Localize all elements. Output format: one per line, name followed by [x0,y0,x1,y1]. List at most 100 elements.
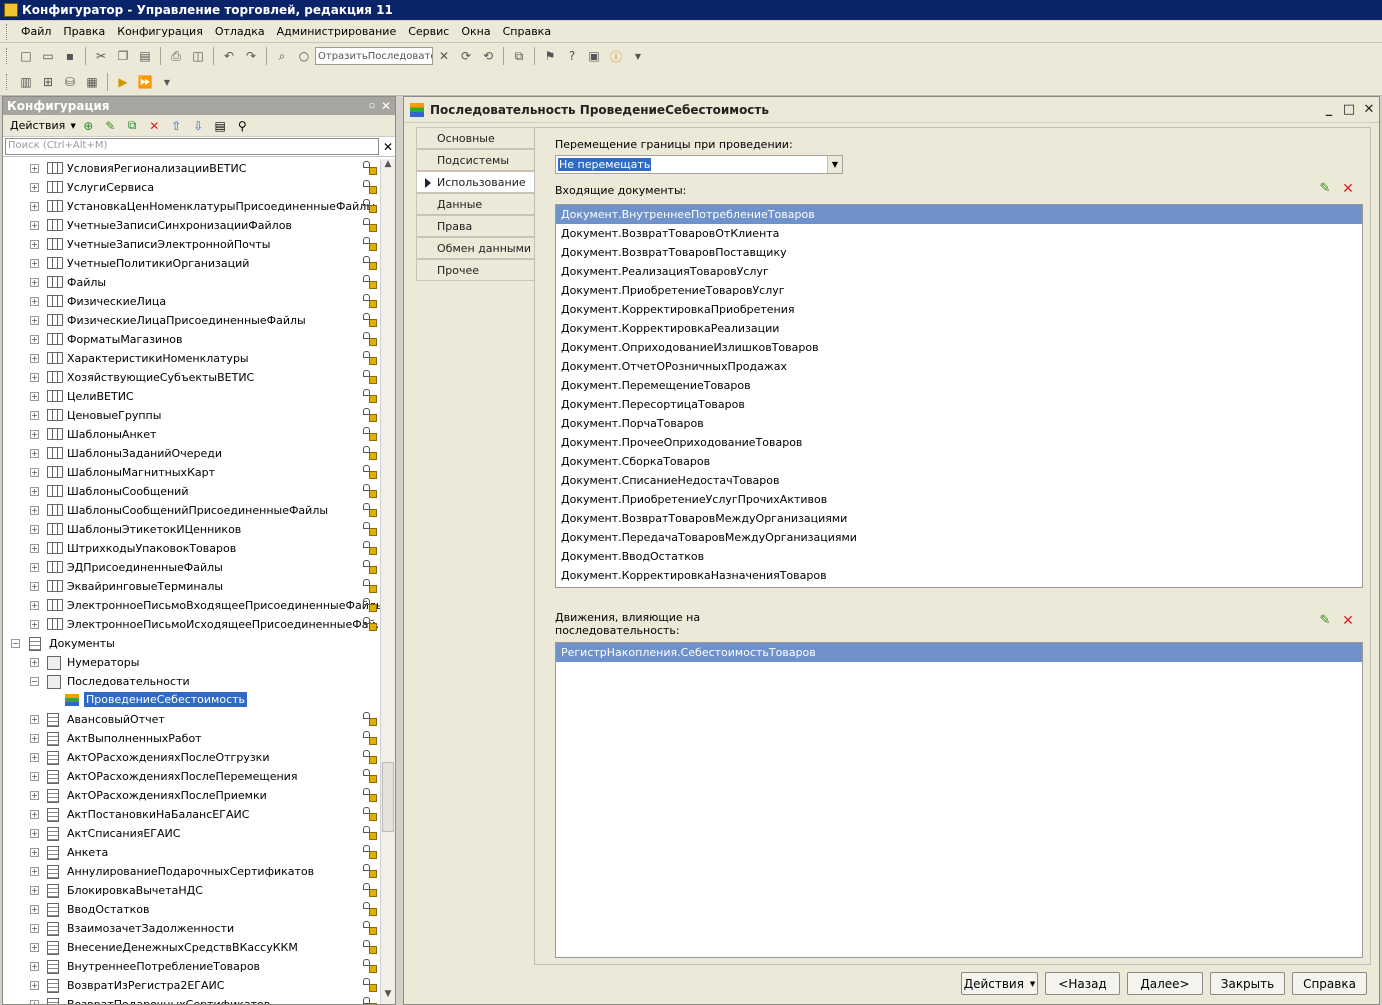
start-enterprise-icon[interactable]: ⏩ [135,72,155,92]
move-up-icon[interactable]: ⇧ [168,118,184,134]
expand-icon[interactable]: + [30,734,39,743]
expand-icon[interactable]: + [30,430,39,439]
tree-row[interactable]: ПроведениеСебестоимость [3,691,381,710]
list-item[interactable]: Документ.ВозвратТоваровОтКлиента [556,224,1362,243]
clear-icon[interactable]: ✕ [434,46,454,66]
expand-icon[interactable]: + [30,278,39,287]
tree-row[interactable]: + ФизическиеЛицаПрисоединенныеФайлы [3,311,381,330]
expand-icon[interactable]: + [30,981,39,990]
tree-row[interactable]: + УчетныеЗаписиСинхронизацииФайлов [3,216,381,235]
copy-icon[interactable]: ⧉ [124,118,140,134]
tree-row[interactable]: + ФорматыМагазинов [3,330,381,349]
sort-icon[interactable]: ▤ [212,118,228,134]
tree-row[interactable]: + УстановкаЦенНоменклатурыПрисоединенныеФ… [3,197,381,216]
expand-icon[interactable]: + [30,772,39,781]
expand-icon[interactable]: + [30,202,39,211]
search-combo[interactable]: ОтразитьПоследовате ▼ [315,47,433,65]
tree-row[interactable]: + АктОРасхожденияхПослеОтгрузки [3,748,381,767]
tree-row[interactable]: − Документы [3,634,381,653]
paste-icon[interactable]: ▤ [135,46,155,66]
expand-icon[interactable]: + [30,525,39,534]
expand-icon[interactable]: + [30,1000,39,1004]
tree-row[interactable]: + Файлы [3,273,381,292]
tree-row[interactable]: + ВозвратПодарочныхСертификатов [3,995,381,1004]
pin-icon[interactable]: ▫ [369,101,375,111]
tree-row[interactable]: + ШаблоныМагнитныхКарт [3,463,381,482]
tree-row[interactable]: − Последовательности [3,672,381,691]
tree-row[interactable]: + ШаблоныСообщенийПрисоединенныеФайлы [3,501,381,520]
tree-row[interactable]: + АктСписанияЕГАИС [3,824,381,843]
tree-row[interactable]: + ЭквайринговыеТерминалы [3,577,381,596]
list-item[interactable]: Документ.ВозвратТоваровПоставщику [556,243,1362,262]
help-search-icon[interactable]: ? [562,46,582,66]
list-item[interactable]: РегистрНакопления.СебестоимостьТоваров [556,643,1362,662]
menu-service[interactable]: Сервис [402,25,455,38]
tree-row[interactable]: + ЭлектронноеПисьмоВходящееПрисоединенные… [3,596,381,615]
list-item[interactable]: Документ.КорректировкаНазначенияТоваров [556,566,1362,585]
toolbar-more-icon[interactable]: ▼ [628,46,648,66]
list-item[interactable]: Документ.ОприходованиеИзлишковТоваров [556,338,1362,357]
edit-incoming-icon[interactable]: ✎ [1317,181,1333,197]
add-icon[interactable]: ⊕ [80,118,96,134]
list-item[interactable]: Документ.ПорчаТоваров [556,414,1362,433]
menu-file[interactable]: Файл [15,25,57,38]
menu-administration[interactable]: Администрирование [271,25,403,38]
tree-row[interactable]: + УслугиСервиса [3,178,381,197]
tree-row[interactable]: + ШаблоныЗаданийОчереди [3,444,381,463]
tree-row[interactable]: + ХозяйствующиеСубъектыВЕТИС [3,368,381,387]
tree-row[interactable]: + ШаблоныСообщений [3,482,381,501]
menu-debug[interactable]: Отладка [209,25,271,38]
find-next-icon[interactable]: ⟳ [456,46,476,66]
list-item[interactable]: Документ.РеализацияТоваровУслуг [556,262,1362,281]
list-item[interactable]: Документ.ПередачаТоваровМеждуОрганизация… [556,528,1362,547]
list-item[interactable]: Документ.ВозвратТоваровМеждуОрганизациям… [556,509,1362,528]
minimize-icon[interactable]: _ [1319,102,1339,117]
expand-icon[interactable]: + [30,487,39,496]
expand-icon[interactable]: + [30,582,39,591]
expand-icon[interactable]: + [30,468,39,477]
movements-list[interactable]: РегистрНакопления.СебестоимостьТоваров [555,642,1363,958]
expand-icon[interactable]: + [30,924,39,933]
tree-row[interactable]: + АктПостановкиНаБалансЕГАИС [3,805,381,824]
open-icon[interactable]: ▭ [38,46,58,66]
delete-incoming-icon[interactable]: ✕ [1340,181,1356,197]
tree-row[interactable]: + ВнесениеДенежныхСредствВКассуККМ [3,938,381,957]
chevron-down-icon[interactable]: ▼ [827,156,842,173]
syntax-assistant-icon[interactable]: ⚑ [540,46,560,66]
expand-icon[interactable]: + [30,297,39,306]
edit-movements-icon[interactable]: ✎ [1317,613,1333,629]
print-icon[interactable]: ⎙ [166,46,186,66]
incoming-docs-list[interactable]: Документ.ВнутреннееПотреблениеТоваров Док… [555,204,1363,588]
save-icon[interactable]: ▪ [60,46,80,66]
start-debug-icon[interactable]: ▶ [113,72,133,92]
tree-row[interactable]: + ШтрихкодыУпаковокТоваров [3,539,381,558]
clear-search-icon[interactable]: ✕ [381,140,395,154]
tree-row[interactable]: + УсловияРегионализацииВЕТИС [3,159,381,178]
info-icon[interactable]: ⓘ [606,46,626,66]
border-move-select[interactable]: Не перемещать ▼ [555,155,843,174]
tree-row[interactable]: + АктОРасхожденияхПослеПеремещения [3,767,381,786]
tree-row[interactable]: + АннулированиеПодарочныхСертификатов [3,862,381,881]
tree-row[interactable]: + АктОРасхожденияхПослеПриемки [3,786,381,805]
scroll-thumb[interactable] [382,762,394,832]
expand-icon[interactable]: + [30,962,39,971]
delete-movements-icon[interactable]: ✕ [1340,613,1356,629]
tree-scrollbar[interactable]: ▲ ▼ [380,159,395,1004]
tab-data[interactable]: Данные [416,193,534,215]
tab-usage[interactable]: Использование [416,171,534,193]
expand-icon[interactable]: + [30,544,39,553]
tree-row[interactable]: + ХарактеристикиНоменклатуры [3,349,381,368]
expand-icon[interactable]: + [30,259,39,268]
tab-other[interactable]: Прочее [416,259,534,281]
tree-row[interactable]: + ЭДПрисоединенныеФайлы [3,558,381,577]
expand-icon[interactable]: + [30,753,39,762]
collapse-icon[interactable]: − [30,677,39,686]
tree-row[interactable]: + ЦеновыеГруппы [3,406,381,425]
list-item[interactable]: Документ.ПрочееОприходованиеТоваров [556,433,1362,452]
copy-icon[interactable]: ❐ [113,46,133,66]
expand-icon[interactable]: + [30,943,39,952]
tree-row[interactable]: + ВводОстатков [3,900,381,919]
tab-data-exchange[interactable]: Обмен данными [416,237,534,259]
list-item[interactable]: Документ.ВводОстатков [556,547,1362,566]
tree-row[interactable]: + ЭлектронноеПисьмоИсходящееПрисоединенны… [3,615,381,634]
